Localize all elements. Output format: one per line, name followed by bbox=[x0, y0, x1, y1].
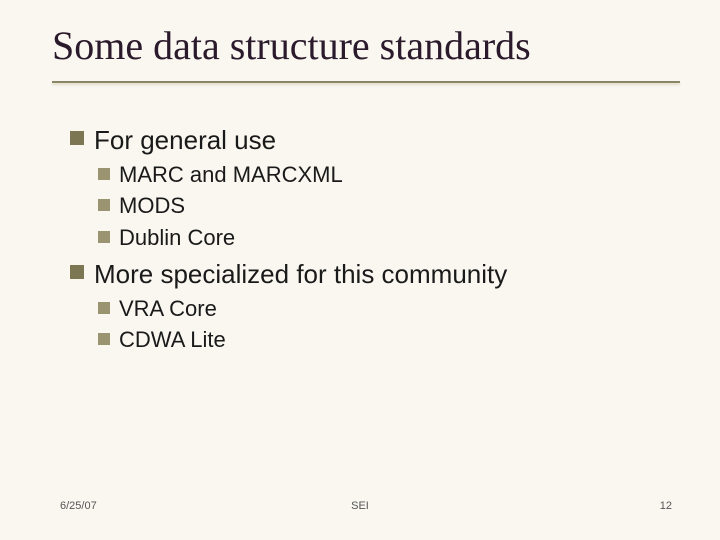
square-bullet-icon bbox=[98, 302, 110, 314]
square-bullet-icon bbox=[98, 168, 110, 180]
footer-page-number: 12 bbox=[660, 500, 672, 512]
bullet-text: More specialized for this community bbox=[94, 258, 507, 291]
title-block: Some data structure standards bbox=[52, 22, 680, 83]
square-bullet-icon bbox=[70, 265, 84, 279]
slide-body: For general use MARC and MARCXML MODS Du… bbox=[70, 118, 660, 358]
bullet-level2: VRA Core bbox=[98, 295, 660, 324]
slide: Some data structure standards For genera… bbox=[0, 0, 720, 540]
bullet-text: MODS bbox=[119, 192, 185, 221]
footer-center: SEI bbox=[0, 500, 720, 512]
bullet-text: VRA Core bbox=[119, 295, 217, 324]
bullet-level2: MARC and MARCXML bbox=[98, 161, 660, 190]
square-bullet-icon bbox=[98, 333, 110, 345]
square-bullet-icon bbox=[98, 199, 110, 211]
square-bullet-icon bbox=[98, 231, 110, 243]
bullet-level2: MODS bbox=[98, 192, 660, 221]
title-underline bbox=[52, 81, 680, 83]
slide-footer: 6/25/07 SEI 12 bbox=[0, 500, 720, 518]
bullet-level1: More specialized for this community bbox=[70, 258, 660, 291]
slide-title: Some data structure standards bbox=[52, 22, 680, 81]
bullet-text: CDWA Lite bbox=[119, 326, 226, 355]
bullet-level2: Dublin Core bbox=[98, 224, 660, 253]
bullet-text: MARC and MARCXML bbox=[119, 161, 343, 190]
bullet-text: Dublin Core bbox=[119, 224, 235, 253]
bullet-level2: CDWA Lite bbox=[98, 326, 660, 355]
bullet-level1: For general use bbox=[70, 124, 660, 157]
square-bullet-icon bbox=[70, 131, 84, 145]
bullet-text: For general use bbox=[94, 124, 276, 157]
